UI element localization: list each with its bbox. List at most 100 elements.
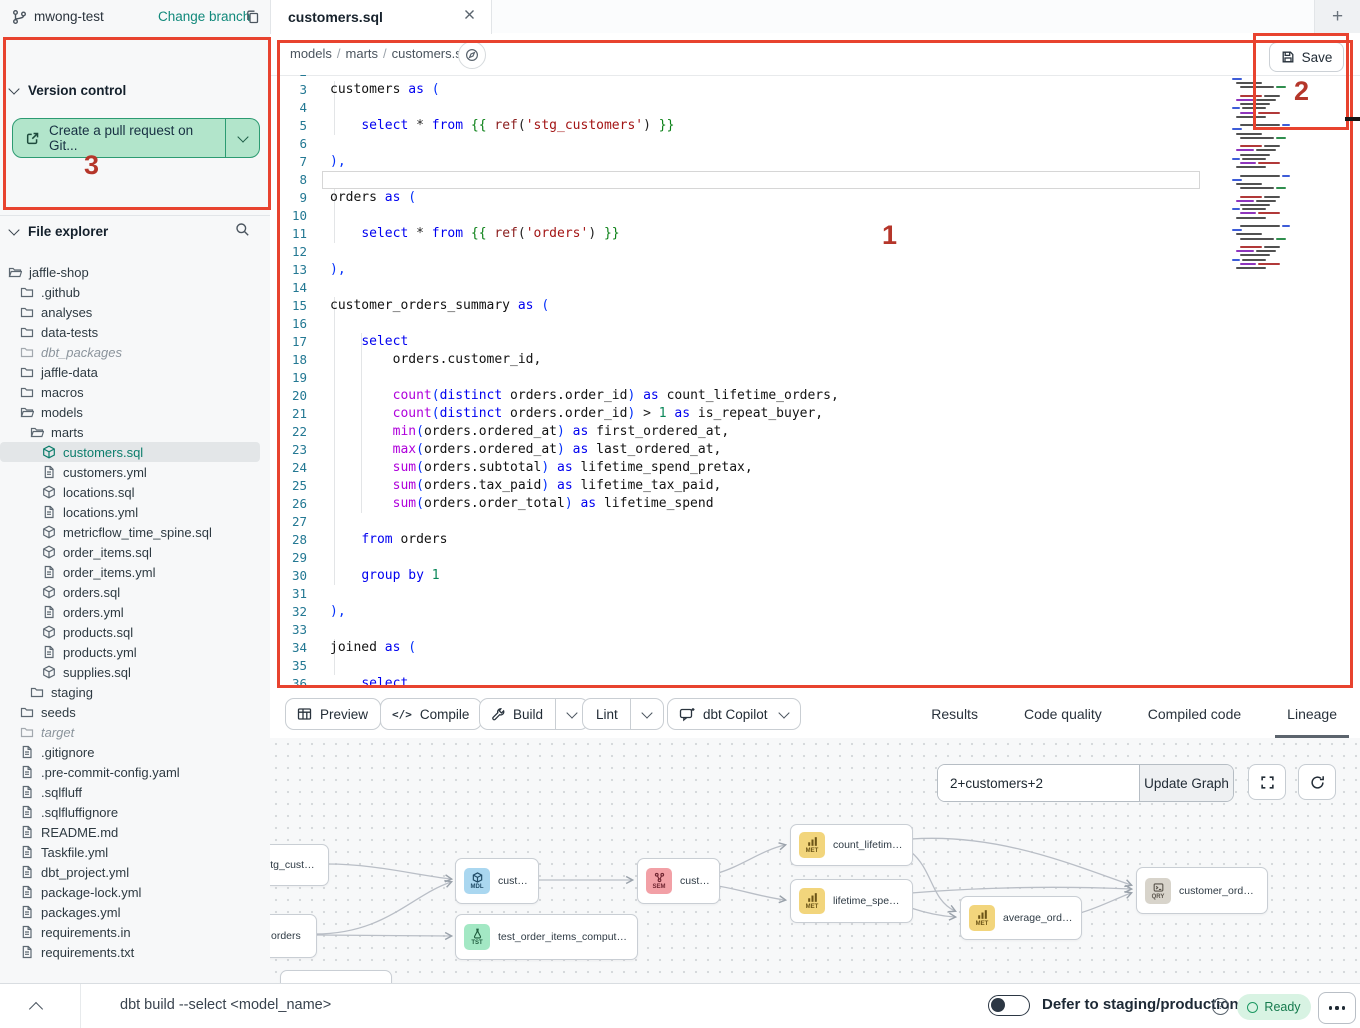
file-tree-item-requirements-txt[interactable]: requirements.txt: [0, 942, 270, 962]
code-line-11[interactable]: 11 select * from {{ ref('orders') }}: [270, 225, 1360, 243]
code-editor[interactable]: 23customers as (45 select * from {{ ref(…: [270, 75, 1360, 690]
lineage-node-stg-customers[interactable]: MDLstg_customers: [270, 844, 329, 886]
tab-customers-sql[interactable]: customers.sql: [270, 0, 492, 34]
build-button[interactable]: Build: [479, 698, 589, 730]
code-line-9[interactable]: 9orders as (: [270, 189, 1360, 207]
file-tree-item-dbt-project-yml[interactable]: dbt_project.yml: [0, 862, 270, 882]
code-line-19[interactable]: 19: [270, 369, 1360, 387]
code-line-7[interactable]: 7),: [270, 153, 1360, 171]
update-graph-button[interactable]: Update Graph: [1139, 765, 1233, 801]
code-line-30[interactable]: 30 group by 1: [270, 567, 1360, 585]
file-tree-item-supplies-sql[interactable]: supplies.sql: [0, 662, 270, 682]
compass-icon[interactable]: [458, 41, 486, 69]
file-explorer-header[interactable]: File explorer: [10, 224, 260, 239]
file-tree-item-order-items-sql[interactable]: order_items.sql: [0, 542, 270, 562]
save-button[interactable]: Save: [1269, 42, 1344, 72]
lineage-node-customers[interactable]: SEMcustomers: [637, 858, 720, 904]
file-tree-item-data-tests[interactable]: data-tests: [0, 322, 270, 342]
lineage-node-customer-order-metrics[interactable]: QRYcustomer_order_metrics: [1136, 867, 1268, 914]
file-tree-item-marts[interactable]: marts: [0, 422, 270, 442]
panel-tab-lineage[interactable]: Lineage: [1287, 690, 1337, 738]
code-line-23[interactable]: 23 max(orders.ordered_at) as last_ordere…: [270, 441, 1360, 459]
search-icon[interactable]: [235, 222, 250, 237]
lint-button[interactable]: Lint: [582, 698, 664, 730]
file-tree-item-locations-sql[interactable]: locations.sql: [0, 482, 270, 502]
file-tree-item-customers-sql[interactable]: customers.sql: [0, 442, 260, 462]
code-line-36[interactable]: 36 select: [270, 675, 1360, 690]
code-line-17[interactable]: 17 select: [270, 333, 1360, 351]
new-tab-button[interactable]: +: [1332, 7, 1343, 26]
file-tree-item--sqlfluffignore[interactable]: .sqlfluffignore: [0, 802, 270, 822]
lineage-node-count-lifetime-orders[interactable]: METcount_lifetime_orders: [790, 824, 913, 866]
file-tree-item-staging[interactable]: staging: [0, 682, 270, 702]
code-line-31[interactable]: 31: [270, 585, 1360, 603]
file-tree-item-models[interactable]: models: [0, 402, 270, 422]
version-control-header[interactable]: Version control: [10, 83, 126, 98]
more-options-button[interactable]: [1318, 992, 1356, 1024]
file-tree-item-orders-yml[interactable]: orders.yml: [0, 602, 270, 622]
code-line-22[interactable]: 22 min(orders.ordered_at) as first_order…: [270, 423, 1360, 441]
file-tree-item-order-items-yml[interactable]: order_items.yml: [0, 562, 270, 582]
code-line-14[interactable]: 14: [270, 279, 1360, 297]
file-tree-item--github[interactable]: .github: [0, 282, 270, 302]
code-line-18[interactable]: 18 orders.customer_id,: [270, 351, 1360, 369]
code-line-35[interactable]: 35: [270, 657, 1360, 675]
code-line-28[interactable]: 28 from orders: [270, 531, 1360, 549]
code-line-24[interactable]: 24 sum(orders.subtotal) as lifetime_spen…: [270, 459, 1360, 477]
code-line-8[interactable]: 8: [270, 171, 1360, 189]
code-line-26[interactable]: 26 sum(orders.order_total) as lifetime_s…: [270, 495, 1360, 513]
code-line-6[interactable]: 6: [270, 135, 1360, 153]
code-line-25[interactable]: 25 sum(orders.tax_paid) as lifetime_tax_…: [270, 477, 1360, 495]
code-line-21[interactable]: 21 count(distinct orders.order_id) > 1 a…: [270, 405, 1360, 423]
lineage-node-lifetime-spend-pretax[interactable]: METlifetime_spend_pretax: [790, 879, 913, 923]
file-tree-item-jaffle-data[interactable]: jaffle-data: [0, 362, 270, 382]
tab-close-icon[interactable]: [464, 9, 475, 20]
file-tree-item-packages-yml[interactable]: packages.yml: [0, 902, 270, 922]
help-icon[interactable]: ?: [1212, 998, 1229, 1015]
preview-button[interactable]: Preview: [285, 698, 381, 730]
file-tree-item-seeds[interactable]: seeds: [0, 702, 270, 722]
file-tree-item-target[interactable]: target: [0, 722, 270, 742]
lineage-node-average-order-value[interactable]: METaverage_order_value: [960, 896, 1082, 940]
defer-toggle[interactable]: [988, 995, 1030, 1016]
code-line-10[interactable]: 10: [270, 207, 1360, 225]
pr-button-dropdown[interactable]: [225, 119, 259, 157]
code-line-20[interactable]: 20 count(distinct orders.order_id) as co…: [270, 387, 1360, 405]
pr-button-main[interactable]: Create a pull request on Git...: [13, 119, 225, 157]
code-line-16[interactable]: 16: [270, 315, 1360, 333]
fullscreen-icon[interactable]: [1248, 764, 1286, 800]
lineage-node-partial[interactable]: [280, 970, 392, 983]
code-line-32[interactable]: 32),: [270, 603, 1360, 621]
file-tree-item-products-yml[interactable]: products.yml: [0, 642, 270, 662]
file-tree-item-readme-md[interactable]: README.md: [0, 822, 270, 842]
copy-icon[interactable]: [245, 9, 260, 25]
file-tree-item-macros[interactable]: macros: [0, 382, 270, 402]
editor-minimap[interactable]: [1232, 78, 1316, 278]
file-tree-item-metricflow-time-spine-sql[interactable]: metricflow_time_spine.sql: [0, 522, 270, 542]
code-line-4[interactable]: 4: [270, 99, 1360, 117]
code-line-3[interactable]: 3customers as (: [270, 81, 1360, 99]
panel-tab-code-quality[interactable]: Code quality: [1024, 690, 1102, 738]
file-tree-item-taskfile-yml[interactable]: Taskfile.yml: [0, 842, 270, 862]
file-tree-item-customers-yml[interactable]: customers.yml: [0, 462, 270, 482]
chevron-up-icon[interactable]: [29, 1002, 43, 1016]
file-tree-item-requirements-in[interactable]: requirements.in: [0, 922, 270, 942]
code-line-29[interactable]: 29: [270, 549, 1360, 567]
refresh-icon[interactable]: [1298, 764, 1336, 800]
code-line-34[interactable]: 34joined as (: [270, 639, 1360, 657]
code-line-27[interactable]: 27: [270, 513, 1360, 531]
file-tree-item-locations-yml[interactable]: locations.yml: [0, 502, 270, 522]
lineage-node-customers[interactable]: MDLcustomers: [455, 858, 539, 904]
lineage-node-test-order-items-compute-to-bools-[interactable]: TSTtest_order_items_compute_to_bools...: [455, 914, 638, 960]
panel-tab-compiled-code[interactable]: Compiled code: [1148, 690, 1241, 738]
code-line-15[interactable]: 15customer_orders_summary as (: [270, 297, 1360, 315]
breadcrumb-item[interactable]: marts: [346, 46, 379, 61]
breadcrumb-item[interactable]: models: [290, 46, 332, 61]
command-input[interactable]: dbt build --select <model_name>: [120, 997, 331, 1013]
file-tree-item-orders-sql[interactable]: orders.sql: [0, 582, 270, 602]
file-tree-item-package-lock-yml[interactable]: package-lock.yml: [0, 882, 270, 902]
file-tree-item--sqlfluff[interactable]: .sqlfluff: [0, 782, 270, 802]
file-tree-item--pre-commit-config-yaml[interactable]: .pre-commit-config.yaml: [0, 762, 270, 782]
file-tree-item-products-sql[interactable]: products.sql: [0, 622, 270, 642]
panel-tab-results[interactable]: Results: [931, 690, 978, 738]
